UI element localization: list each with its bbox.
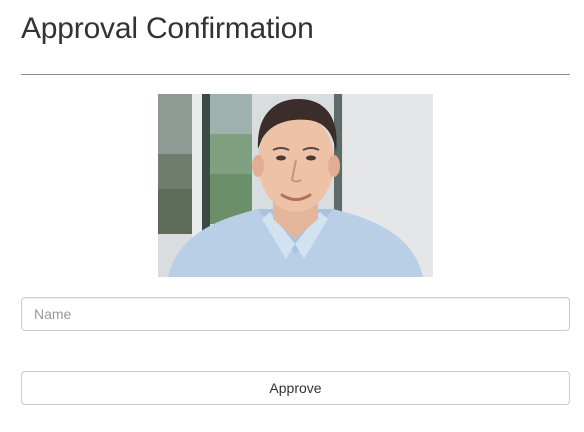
page-title: Approval Confirmation (21, 12, 314, 45)
approve-button[interactable]: Approve (21, 371, 570, 405)
name-input[interactable] (21, 297, 570, 331)
title-divider (21, 74, 570, 75)
portrait-photo (158, 94, 433, 277)
